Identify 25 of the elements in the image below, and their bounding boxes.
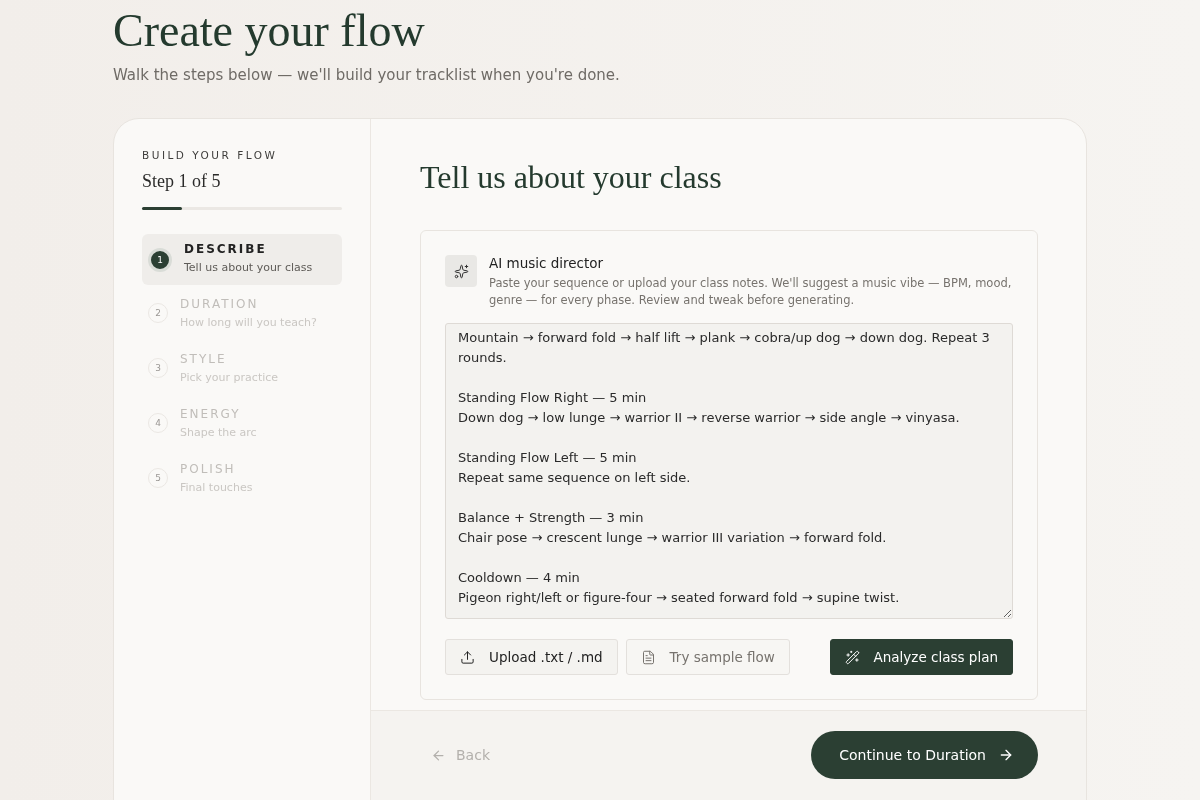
page-subtitle: Walk the steps below — we'll build your tracklist when you're done.	[113, 66, 621, 84]
step-title: POLISH	[180, 462, 237, 476]
document-icon	[640, 649, 656, 665]
class-plan-field[interactable]: Mountain → forward fold → half lift → plank → cobra/up dog → down dog. Repeat 3 rounds. Standing Flow Right — 5 min Down dog → low lunge → warrior II → reverse warrior → side angle → vinyasa. Standing Flow Left — 5 min Repeat same sequence on left side. Balance + Strength — 3 min Chair pose → crescent lunge → warrior III variation → forward fold. Cooldown — 4 min Pigeon right/left or figure-four → seated forward fold → supine twist.	[445, 323, 1013, 619]
magic-wand-icon	[844, 649, 860, 665]
analyze-button[interactable]: Analyze class plan	[829, 639, 1013, 675]
step-title: ENERGY	[180, 407, 242, 421]
arrow-right-icon	[998, 747, 1014, 763]
sidebar-eyebrow: BUILD YOUR FLOW	[142, 149, 279, 161]
continue-button[interactable]: Continue to Duration	[811, 731, 1038, 779]
step-title: STYLE	[180, 352, 228, 366]
step-title: DURATION	[180, 297, 260, 311]
page-title: Create your flow	[113, 4, 426, 58]
step-counter: Step 1 of 5	[142, 171, 222, 192]
step-subtitle: Tell us about your class	[184, 261, 313, 274]
upload-button[interactable]: Upload .txt / .md	[445, 639, 618, 675]
upload-icon	[460, 649, 475, 665]
step-number: 1	[148, 248, 172, 272]
step-title: DESCRIBE	[184, 242, 268, 256]
section-title: Tell us about your class	[420, 159, 723, 196]
sample-button[interactable]: Try sample flow	[625, 639, 790, 675]
step-item[interactable]: 1 DESCRIBE Tell us about your class	[142, 234, 342, 285]
director-description: Paste your sequence or upload your class notes. We'll suggest a music vibe — BPM, mood, genre — for every phase. Review and tweak before generating.	[489, 275, 1013, 309]
director-title: AI music director	[489, 255, 605, 271]
sparkles-icon	[445, 255, 477, 287]
